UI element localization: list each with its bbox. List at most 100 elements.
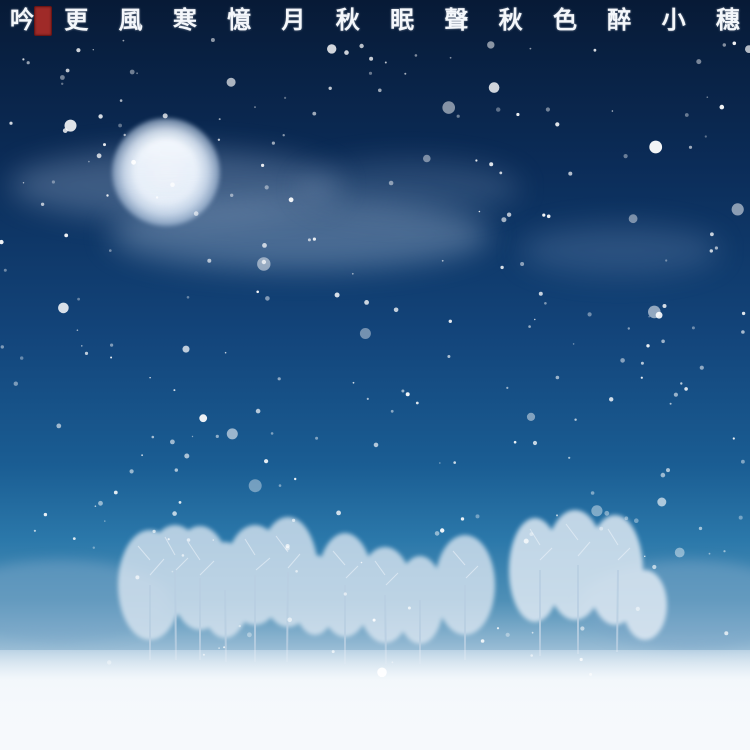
snowflake (698, 526, 703, 531)
snowflake (202, 653, 205, 656)
snowflake (719, 104, 725, 110)
snowflake (178, 501, 182, 504)
snowflake (393, 307, 399, 313)
snowflake (13, 381, 18, 386)
snowflake (292, 518, 296, 523)
snowflake (106, 194, 109, 197)
snowflake (662, 304, 667, 308)
snowflake (172, 511, 177, 516)
snowflake (640, 376, 643, 379)
snowflake (364, 300, 369, 305)
snowflake (648, 305, 661, 319)
snowflake (312, 237, 316, 241)
snowflake (487, 41, 495, 49)
snowflake (530, 654, 533, 657)
snowflake (405, 392, 410, 397)
snowflake (434, 531, 440, 536)
snowflake (226, 428, 238, 440)
snowflake (568, 171, 573, 176)
snowflake (623, 154, 628, 159)
snowflake (475, 159, 478, 162)
snowflake (587, 312, 592, 317)
snowflake (212, 539, 215, 541)
snowflake (284, 96, 287, 99)
snowflake (60, 75, 65, 80)
snowflake (315, 436, 319, 440)
snowflake (542, 213, 546, 217)
snowflake (741, 459, 745, 464)
snowflake (627, 327, 630, 330)
snowflake (660, 472, 666, 478)
snowflake (0, 239, 4, 245)
snowflake (33, 529, 37, 532)
snowflake (84, 351, 89, 355)
snowflake (644, 555, 646, 557)
snowflake (674, 547, 685, 558)
snowflake (123, 133, 126, 137)
snowflake (56, 423, 62, 429)
snowflake (407, 606, 411, 610)
snowflake (264, 185, 269, 190)
snowflake (359, 328, 371, 339)
snowflake (43, 512, 48, 517)
falling-snow (0, 38, 750, 678)
snowflake (182, 345, 190, 353)
snowflake (475, 514, 480, 519)
snowflake (261, 259, 267, 265)
snowflake (0, 345, 4, 349)
snowflake (438, 462, 441, 464)
snowflake (590, 491, 595, 495)
snowflake (516, 112, 520, 117)
snowflake (732, 41, 737, 46)
snowflake (327, 44, 337, 54)
snowflake (648, 316, 650, 318)
snowflake (532, 440, 538, 446)
snowflake (657, 497, 667, 507)
snowflake (480, 639, 485, 643)
snowflake (372, 618, 376, 622)
snowflake (104, 520, 106, 522)
winter-night-scene: 吟 更 風 寒 憶 月 秋 眠 聲 秋 色 醉 小 穗 (0, 0, 750, 750)
snowflake (611, 110, 614, 112)
snowflake (635, 606, 640, 612)
snowflake (265, 296, 270, 301)
snowflake (92, 546, 96, 549)
snowflake (404, 72, 407, 75)
snowflake (288, 197, 294, 203)
snowflake (391, 661, 394, 664)
snowflake (646, 344, 650, 348)
snowflake (528, 325, 531, 328)
snowflake (98, 114, 103, 119)
snowflake (745, 45, 750, 53)
snowflake (352, 381, 355, 384)
snowflake (661, 339, 665, 344)
snowflake (22, 58, 25, 61)
snowflake (94, 505, 97, 508)
snowflake (248, 479, 262, 493)
snowflake (442, 101, 456, 114)
snowflake (334, 292, 340, 298)
snowflake (254, 106, 256, 109)
snowflake (336, 510, 341, 516)
snowflake (680, 382, 683, 385)
snowflake (110, 356, 113, 359)
snowflake (580, 626, 585, 631)
snowflake (604, 510, 610, 516)
snowflake (58, 302, 69, 314)
snowflake (546, 214, 551, 219)
snowflake (119, 99, 123, 102)
snowflake (98, 500, 103, 506)
snowflake (378, 88, 382, 93)
snowflake (369, 56, 374, 61)
snowflake (103, 143, 106, 147)
snowflake (186, 538, 191, 542)
snowflake (520, 262, 525, 266)
snowflake (162, 113, 168, 119)
snowflake (312, 111, 317, 116)
snowflake (107, 660, 112, 665)
snowflake (574, 418, 577, 421)
snowflake (555, 375, 560, 380)
snowflake (505, 632, 510, 637)
snowflake (366, 397, 369, 400)
snowflake (64, 233, 69, 238)
